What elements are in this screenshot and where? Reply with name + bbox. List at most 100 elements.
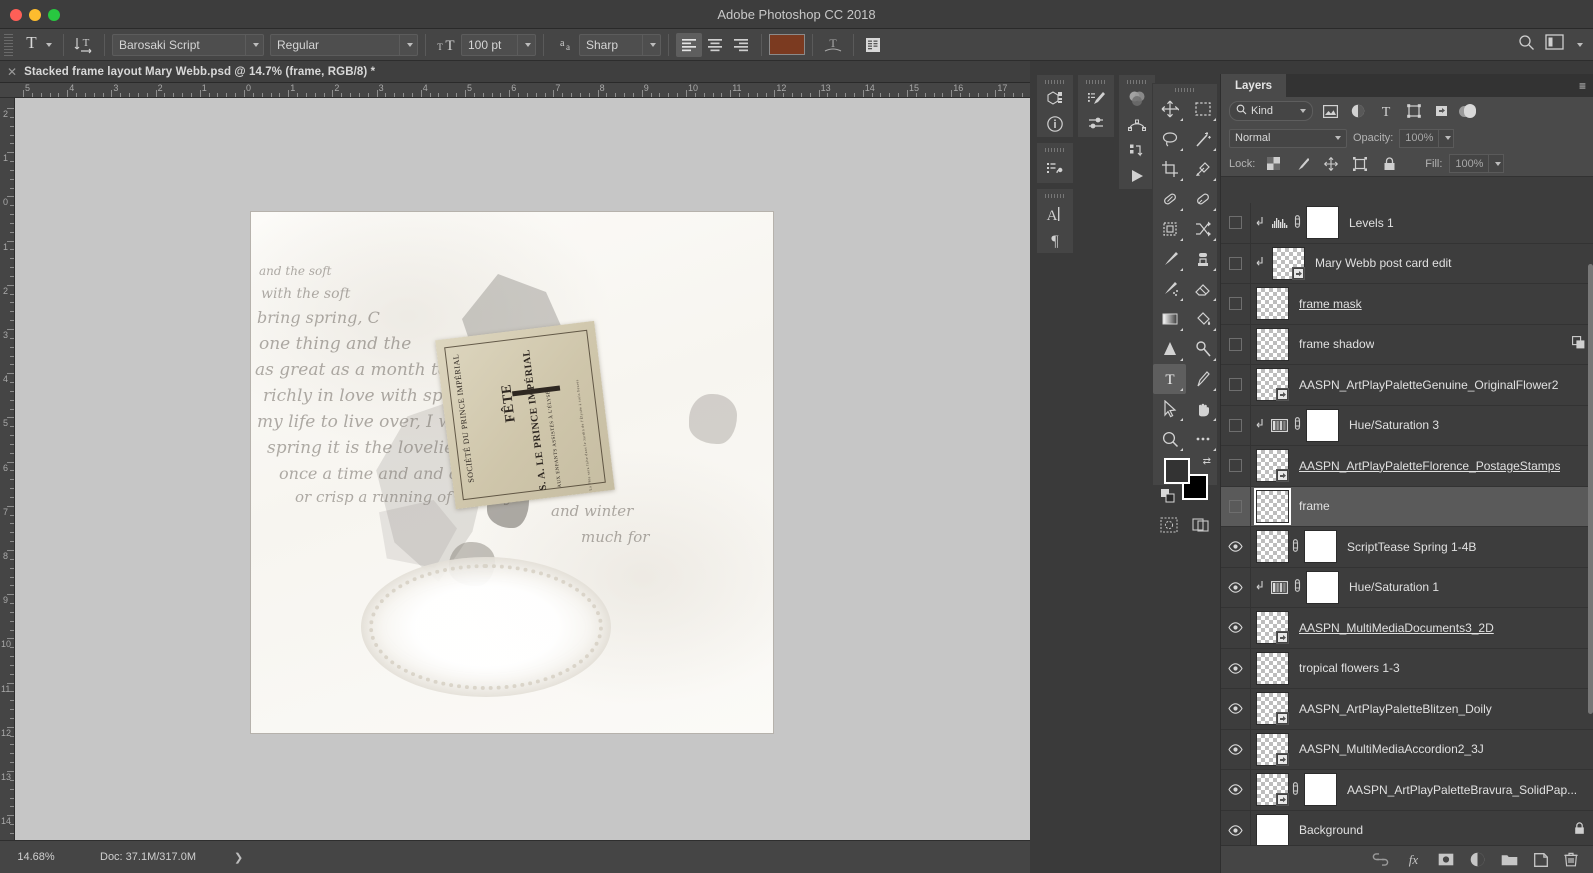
filter-adjustment-icon[interactable] bbox=[1347, 101, 1369, 121]
dock-grip[interactable] bbox=[1045, 80, 1065, 84]
chevron-down-icon[interactable] bbox=[1335, 136, 1341, 140]
quick-mask-icon[interactable] bbox=[1153, 510, 1185, 540]
layer-row[interactable]: frame bbox=[1221, 486, 1593, 527]
search-icon[interactable] bbox=[1518, 34, 1535, 56]
layers-scrollbar[interactable] bbox=[1588, 264, 1593, 714]
filter-type-icon[interactable]: T bbox=[1375, 101, 1397, 121]
layer-thumbnail[interactable] bbox=[1256, 368, 1289, 402]
chevron-down-icon[interactable] bbox=[46, 42, 52, 47]
sharpen-tool-icon[interactable] bbox=[1153, 334, 1186, 364]
layer-mask-thumbnail[interactable] bbox=[1304, 530, 1337, 564]
document-tab[interactable]: ✕ Stacked frame layout Mary Webb.psd @ 1… bbox=[0, 61, 1030, 83]
dodge-tool-icon[interactable] bbox=[1186, 334, 1219, 364]
filter-toggle-icon[interactable] bbox=[1459, 103, 1476, 118]
layer-visibility-eye-icon[interactable] bbox=[1221, 527, 1251, 567]
layer-row[interactable]: Mary Webb post card edit bbox=[1221, 243, 1593, 284]
mask-link-icon[interactable] bbox=[1291, 417, 1304, 433]
window-controls[interactable] bbox=[10, 9, 60, 21]
layer-name[interactable]: Hue/Saturation 3 bbox=[1349, 418, 1439, 432]
layer-visibility-checkbox[interactable] bbox=[1221, 203, 1251, 243]
layer-name[interactable]: AASPN_ArtPlayPaletteBravura_SolidPap... bbox=[1347, 783, 1577, 797]
lock-artboard-icon[interactable] bbox=[1349, 154, 1371, 174]
warp-text-icon[interactable]: T bbox=[820, 33, 846, 57]
hue-saturation-icon[interactable] bbox=[1267, 580, 1291, 594]
pen-tool-icon[interactable] bbox=[1186, 364, 1219, 394]
layer-effects-icon[interactable]: fx bbox=[1405, 852, 1422, 867]
layer-row[interactable]: frame shadow bbox=[1221, 324, 1593, 365]
artboard[interactable]: and the soft with the soft bring spring, C… bbox=[251, 212, 773, 733]
eyedropper-tool-icon[interactable] bbox=[1186, 154, 1219, 184]
eraser-tool-icon[interactable] bbox=[1186, 274, 1219, 304]
panel-menu-icon[interactable]: ≡ bbox=[1579, 79, 1586, 93]
layer-name[interactable]: AASPN_ArtPlayPaletteFlorence_PostageStam… bbox=[1299, 459, 1560, 473]
layer-mask-thumbnail[interactable] bbox=[1306, 570, 1339, 604]
layer-name[interactable]: frame mask bbox=[1299, 297, 1362, 311]
gradient-tool-icon[interactable] bbox=[1153, 304, 1186, 334]
layer-row[interactable]: AASPN_ArtPlayPaletteGenuine_OriginalFlow… bbox=[1221, 365, 1593, 406]
layer-thumbnail[interactable] bbox=[1256, 773, 1289, 807]
hue-saturation-icon[interactable] bbox=[1267, 418, 1291, 432]
close-window-button[interactable] bbox=[10, 9, 22, 21]
layer-thumbnail[interactable] bbox=[1256, 732, 1289, 766]
tools-grip[interactable] bbox=[1175, 88, 1195, 92]
tab-layers[interactable]: Layers bbox=[1221, 74, 1287, 97]
tool-grid[interactable]: T bbox=[1153, 94, 1217, 454]
history-panel-icon[interactable] bbox=[1041, 155, 1069, 183]
dock-grip[interactable] bbox=[1045, 148, 1065, 152]
mask-link-icon[interactable] bbox=[1289, 781, 1302, 798]
layer-name[interactable]: AASPN_MultiMediaAccordion2_3J bbox=[1299, 742, 1484, 756]
canvas-area[interactable]: and the soft with the soft bring spring, C… bbox=[15, 98, 1030, 840]
brush-tool-icon[interactable] bbox=[1153, 244, 1186, 274]
blend-mode-row[interactable]: Normal Opacity: 100% bbox=[1221, 125, 1593, 151]
info-panel-icon[interactable] bbox=[1041, 112, 1069, 137]
chevron-down-icon[interactable] bbox=[1300, 109, 1306, 113]
tools-palette[interactable]: T ⇄ bbox=[1152, 83, 1218, 533]
layer-visibility-eye-icon[interactable] bbox=[1221, 608, 1251, 648]
move-tool-icon[interactable] bbox=[1153, 94, 1186, 124]
layer-row[interactable]: AASPN_MultiMediaDocuments3_2D bbox=[1221, 608, 1593, 649]
text-color-swatch[interactable] bbox=[769, 34, 805, 55]
layer-name[interactable]: frame shadow bbox=[1299, 337, 1374, 351]
layer-visibility-eye-icon[interactable] bbox=[1221, 729, 1251, 769]
close-icon[interactable]: ✕ bbox=[7, 66, 17, 78]
layer-visibility-checkbox[interactable] bbox=[1221, 446, 1251, 486]
layer-name[interactable]: AASPN_ArtPlayPaletteGenuine_OriginalFlow… bbox=[1299, 378, 1558, 392]
align-right-button[interactable] bbox=[728, 33, 754, 57]
more-tools-icon[interactable] bbox=[1186, 424, 1219, 454]
font-family-select[interactable]: Barosaki Script bbox=[112, 33, 264, 56]
dock-grip[interactable] bbox=[1086, 80, 1106, 84]
patch-tool-icon[interactable] bbox=[1186, 184, 1219, 214]
layer-thumbnail[interactable] bbox=[1256, 287, 1289, 321]
layer-visibility-checkbox[interactable] bbox=[1221, 365, 1251, 405]
filter-smart-object-icon[interactable] bbox=[1431, 101, 1453, 121]
layer-thumbnail[interactable] bbox=[1254, 487, 1291, 525]
path-selection-tool-icon[interactable] bbox=[1153, 394, 1186, 424]
layer-mask-thumbnail[interactable] bbox=[1306, 206, 1339, 240]
workspace-switcher-icon[interactable] bbox=[1545, 34, 1564, 55]
type-tool-icon[interactable]: T bbox=[1153, 364, 1186, 394]
lock-transparent-pixels-icon[interactable] bbox=[1262, 154, 1284, 174]
layer-thumbnail[interactable] bbox=[1256, 530, 1289, 564]
dock-character-paragraph[interactable]: A ¶ bbox=[1036, 188, 1074, 254]
new-layer-icon[interactable] bbox=[1534, 852, 1548, 867]
chevron-down-icon[interactable] bbox=[517, 34, 535, 55]
screen-mode-icon[interactable] bbox=[1185, 510, 1217, 540]
layer-thumbnail[interactable] bbox=[1272, 246, 1305, 280]
shuffle-tool-icon[interactable] bbox=[1186, 214, 1219, 244]
layer-name[interactable]: Mary Webb post card edit bbox=[1315, 256, 1452, 270]
new-adjustment-icon[interactable] bbox=[1470, 852, 1485, 867]
character-panel-icon[interactable] bbox=[861, 33, 885, 57]
dock-grip[interactable] bbox=[1045, 194, 1065, 198]
filter-pixel-icon[interactable] bbox=[1319, 101, 1341, 121]
layer-name[interactable]: ScriptTease Spring 1-4B bbox=[1347, 540, 1476, 554]
marquee-tool-icon[interactable] bbox=[1186, 94, 1219, 124]
mask-link-icon[interactable] bbox=[1291, 214, 1304, 231]
chevron-down-icon[interactable] bbox=[399, 34, 417, 55]
vertical-ruler[interactable]: 2 1 0 1 2 3 4 5 6 7 8 9 10 11 12 13 14 bbox=[0, 98, 15, 840]
options-bar-grip[interactable] bbox=[4, 33, 13, 56]
mask-link-icon[interactable] bbox=[1289, 538, 1302, 555]
anti-aliasing-select[interactable]: Sharp bbox=[579, 33, 661, 56]
paint-bucket-tool-icon[interactable] bbox=[1186, 304, 1219, 334]
link-layers-icon[interactable] bbox=[1372, 853, 1389, 866]
layer-row[interactable]: Hue/Saturation 3 bbox=[1221, 405, 1593, 446]
